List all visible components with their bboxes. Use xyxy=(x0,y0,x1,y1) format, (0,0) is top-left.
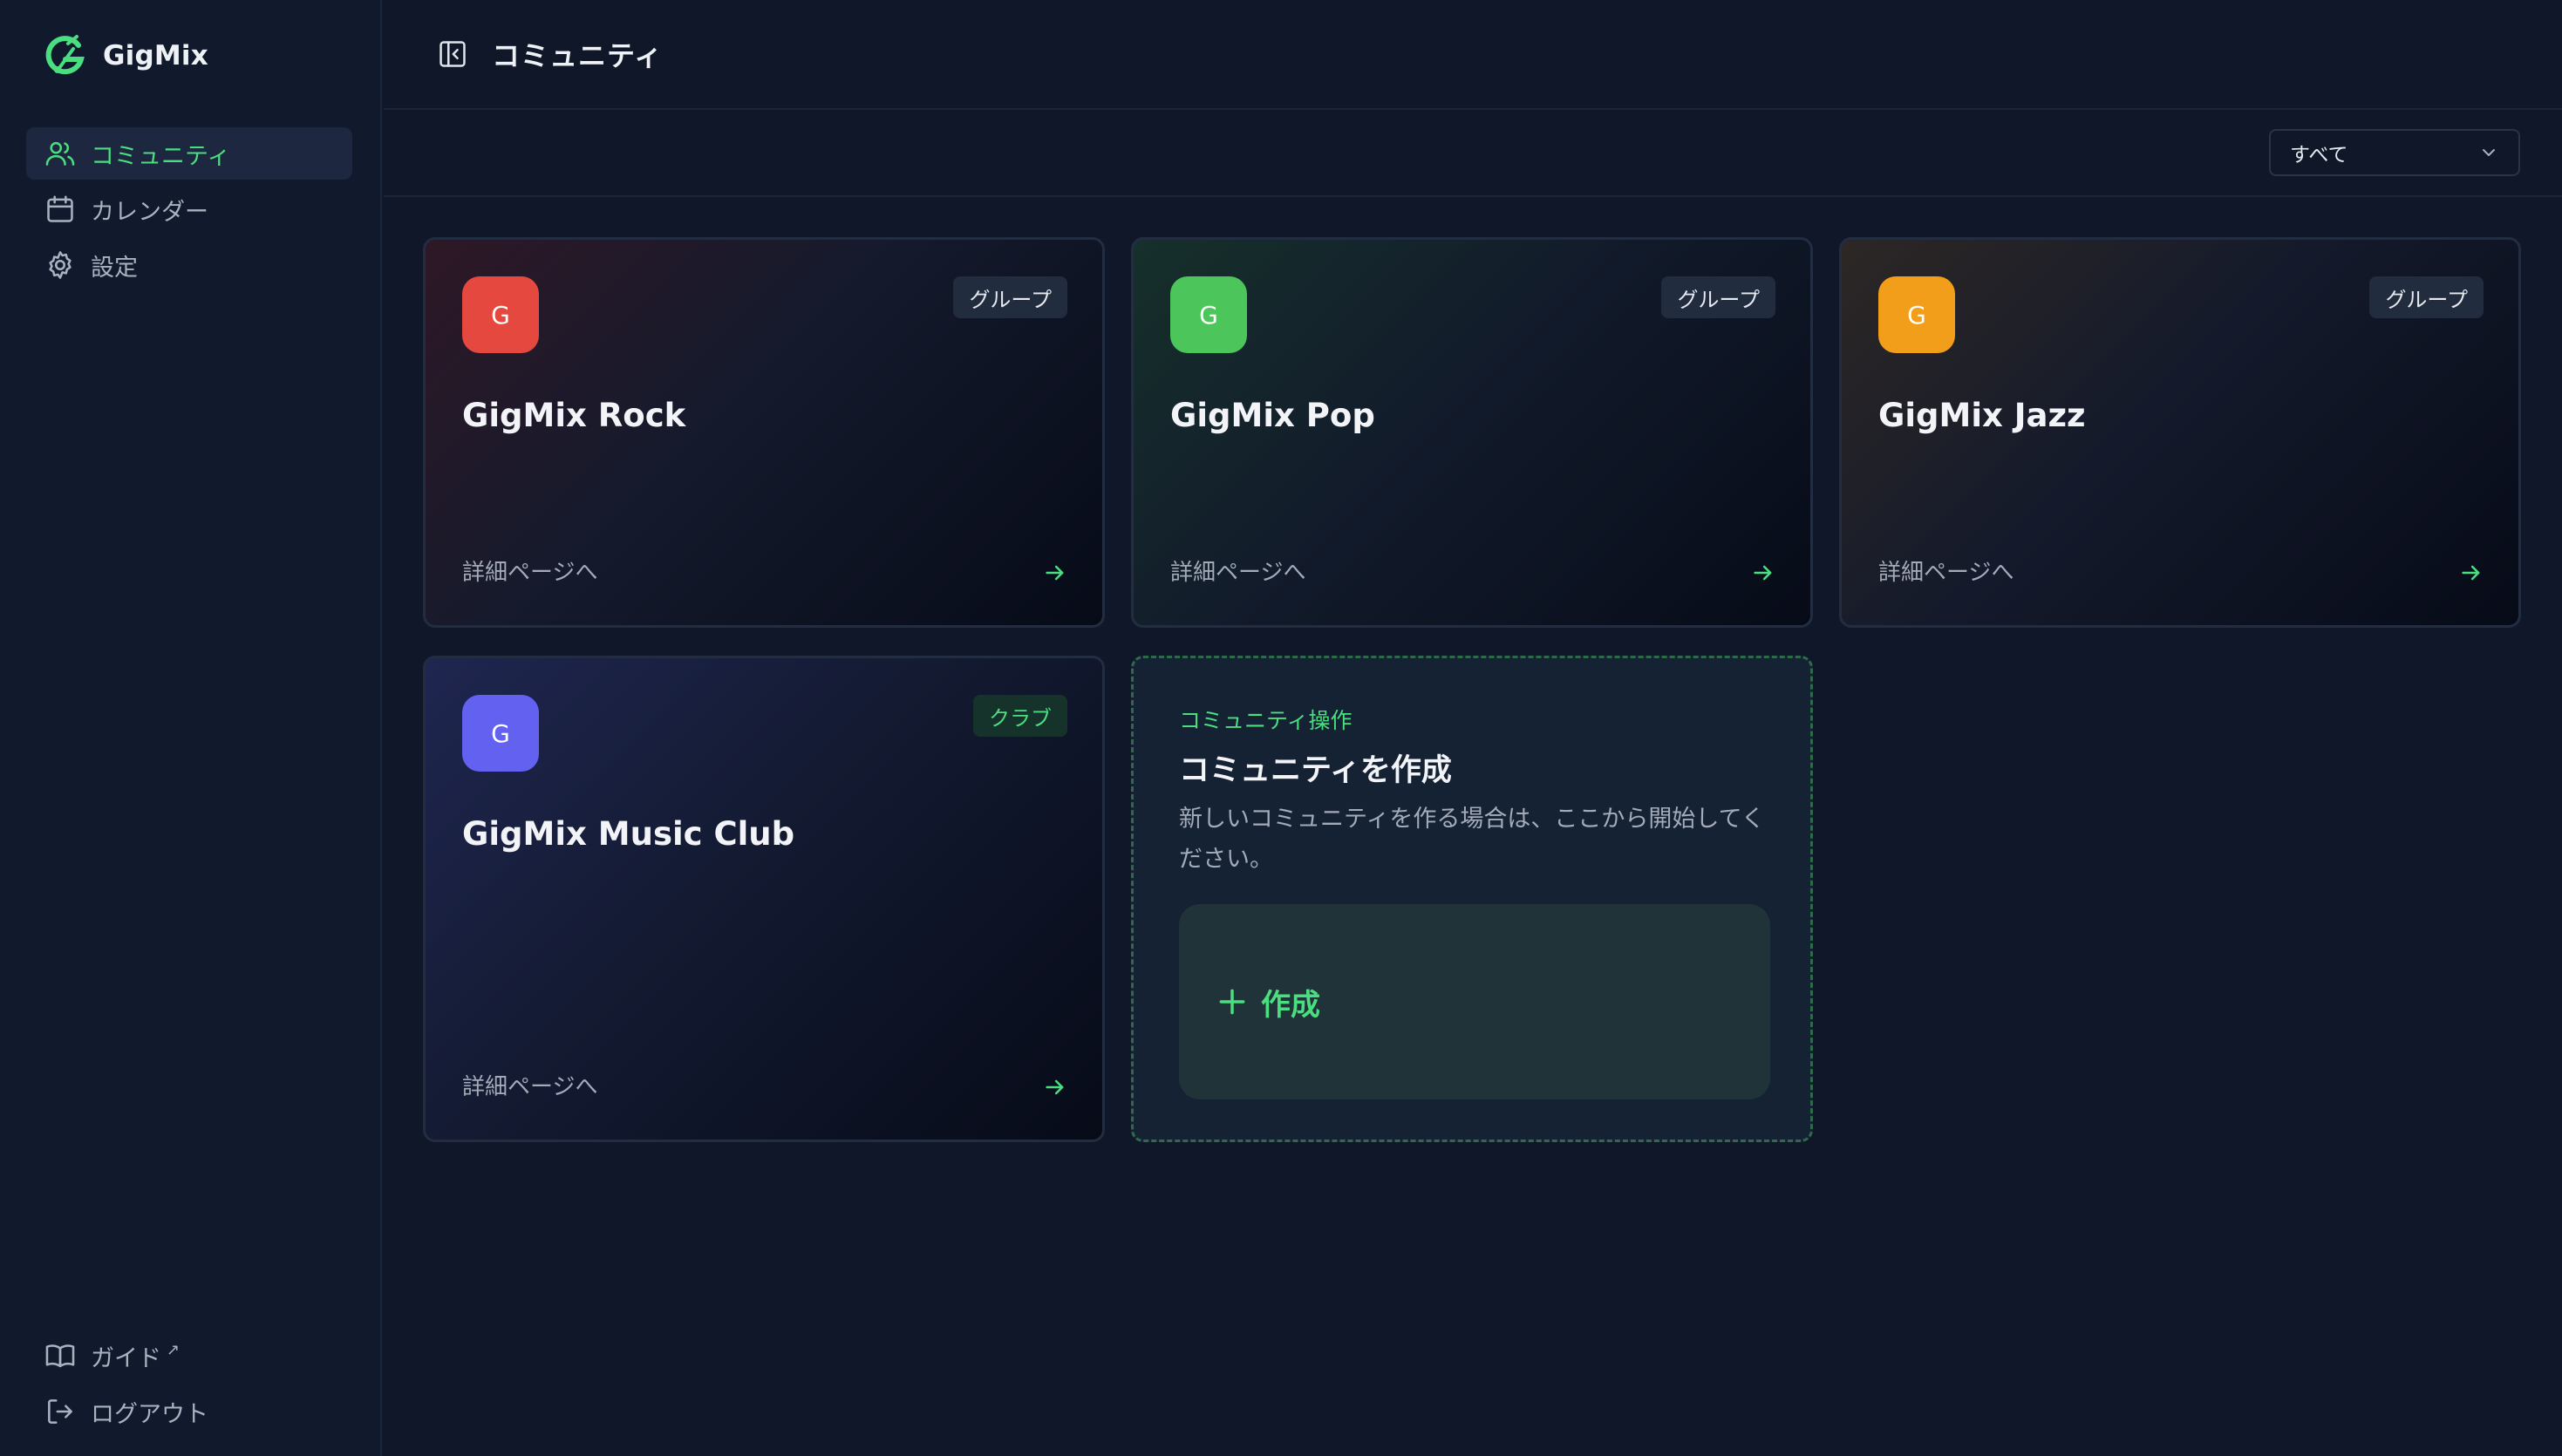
sidebar-item-label: 設定 xyxy=(91,254,138,282)
sidebar-item-label: ログアウト xyxy=(91,1400,208,1428)
sidebar-item-settings[interactable]: 設定 xyxy=(26,239,352,291)
arrow-right-icon[interactable] xyxy=(1043,1075,1067,1099)
sidebar-item-label: カレンダー xyxy=(91,198,208,226)
sidebar-toggle-icon[interactable] xyxy=(436,37,469,71)
gigmix-logo-icon xyxy=(45,35,85,75)
filter-bar: すべて xyxy=(384,112,2562,197)
sidebar-item-guide[interactable]: ガイド ↗ xyxy=(26,1330,352,1382)
community-avatar: G xyxy=(462,276,539,353)
page-header: コミュニティ xyxy=(384,0,2562,110)
sidebar-item-calendar[interactable]: カレンダー xyxy=(26,183,352,235)
community-avatar: G xyxy=(462,695,539,772)
create-button-label: 作成 xyxy=(1261,987,1320,1023)
arrow-right-icon[interactable] xyxy=(1043,561,1067,585)
sidebar: GigMix コミュニティ カレンダー 設定 ガイド ↗ ログアウト xyxy=(0,0,382,1456)
community-avatar: G xyxy=(1878,276,1955,353)
arrow-right-icon[interactable] xyxy=(2459,561,2484,585)
detail-link[interactable]: 詳細ページへ xyxy=(1170,555,1305,587)
detail-link[interactable]: 詳細ページへ xyxy=(1878,555,2013,587)
page-title: コミュニティ xyxy=(492,39,664,72)
community-name: GigMix Jazz xyxy=(1878,397,2086,434)
filter-select[interactable]: すべて xyxy=(2269,129,2520,176)
community-type-badge: クラブ xyxy=(973,695,1067,737)
app-root: GigMix コミュニティ カレンダー 設定 ガイド ↗ ログアウト コミュニテ… xyxy=(0,0,2562,1456)
brand-name: GigMix xyxy=(103,40,208,71)
gear-icon xyxy=(49,251,72,279)
create-eyebrow: コミュニティ操作 xyxy=(1179,708,1353,733)
calendar-icon xyxy=(47,195,73,222)
arrow-right-icon[interactable] xyxy=(1751,561,1775,585)
community-type-badge: グループ xyxy=(953,276,1067,318)
community-card-rock[interactable]: G グループ GigMix Rock 詳細ページへ xyxy=(423,237,1105,628)
create-community-card: コミュニティ操作 コミュニティを作成 新しいコミュニティを作る場合は、ここから開… xyxy=(1131,656,1813,1142)
community-card-jazz[interactable]: G グループ GigMix Jazz 詳細ページへ xyxy=(1839,237,2521,628)
external-link-icon: ↗ xyxy=(167,1340,181,1359)
filter-selected-value: すべて xyxy=(2290,144,2348,167)
detail-link[interactable]: 詳細ページへ xyxy=(462,555,597,587)
sidebar-item-logout[interactable]: ログアウト xyxy=(26,1385,352,1438)
community-type-badge: グループ xyxy=(2369,276,2484,318)
community-name: GigMix Music Club xyxy=(462,815,795,853)
sidebar-nav: コミュニティ カレンダー 設定 xyxy=(26,127,352,295)
sidebar-item-label: ガイド xyxy=(91,1344,161,1372)
create-title: コミュニティを作成 xyxy=(1179,753,1452,788)
community-name: GigMix Pop xyxy=(1170,397,1375,434)
detail-link[interactable]: 詳細ページへ xyxy=(462,1069,597,1101)
sidebar-item-community[interactable]: コミュニティ xyxy=(26,127,352,180)
users-icon xyxy=(45,141,75,166)
community-type-badge: グループ xyxy=(1661,276,1775,318)
create-community-button[interactable]: 作成 xyxy=(1179,904,1770,1099)
logout-icon xyxy=(48,1399,72,1424)
book-icon xyxy=(45,1344,75,1368)
community-avatar: G xyxy=(1170,276,1247,353)
create-description: 新しいコミュニティを作る場合は、ここから開始してください。 xyxy=(1179,806,1765,873)
chevron-down-icon xyxy=(2483,149,2495,156)
plus-icon xyxy=(1219,989,1245,1015)
community-card-pop[interactable]: G グループ GigMix Pop 詳細ページへ xyxy=(1131,237,1813,628)
sidebar-item-label: コミュニティ xyxy=(91,142,231,170)
community-card-music-club[interactable]: G クラブ GigMix Music Club 詳細ページへ xyxy=(423,656,1105,1142)
sidebar-bottom-nav: ガイド ↗ ログアウト xyxy=(26,1330,352,1441)
brand[interactable]: GigMix xyxy=(42,33,208,78)
community-name: GigMix Rock xyxy=(462,397,686,434)
